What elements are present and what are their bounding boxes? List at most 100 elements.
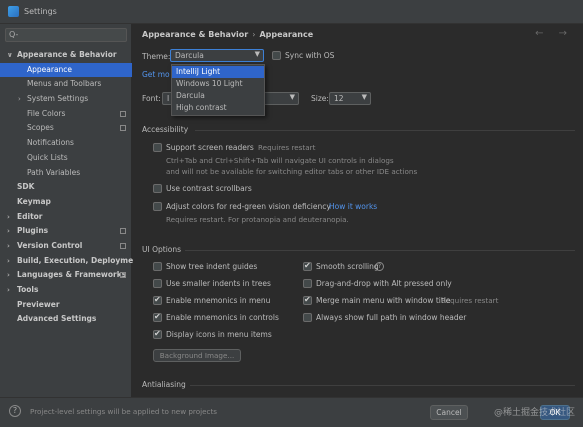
chevron-right-icon[interactable]: › (18, 92, 21, 107)
chevron-right-icon[interactable]: › (7, 239, 10, 254)
sidebar-item[interactable]: › Version Control (0, 239, 132, 254)
size-label: Size: (311, 94, 329, 103)
ui-option-checkbox[interactable] (153, 312, 162, 322)
sidebar-item[interactable]: Scopes (0, 121, 132, 136)
chevron-right-icon[interactable]: › (7, 254, 10, 269)
theme-option-darcula[interactable]: Darcula (172, 90, 264, 102)
footer-note: Project-level settings will be applied t… (30, 407, 218, 416)
project-scope-icon (120, 272, 126, 279)
font-size-value: 12 (334, 94, 344, 103)
contrast-scrollbars-checkbox[interactable] (153, 184, 162, 193)
sync-with-os-label: Sync with OS (285, 51, 335, 60)
help-icon[interactable]: ? (9, 405, 21, 417)
sidebar-item-label: Quick Lists (27, 152, 68, 162)
title-bar: Settings (0, 0, 583, 24)
sidebar-item[interactable]: SDK (0, 180, 132, 195)
chevron-right-icon[interactable]: › (7, 210, 10, 225)
chevron-down-icon[interactable]: ∨ (7, 48, 13, 63)
sidebar-item[interactable]: Notifications (0, 136, 132, 151)
sidebar-item[interactable]: ∨ Appearance & Behavior (0, 48, 132, 63)
get-more-themes-link[interactable]: Get mo (142, 70, 170, 79)
sidebar-item[interactable]: Appearance (0, 62, 132, 78)
navigation-arrows[interactable]: ← → (535, 28, 573, 39)
search-icon: Q- (9, 30, 19, 39)
chevron-right-icon[interactable]: › (7, 268, 10, 283)
theme-label: Theme: (142, 52, 171, 61)
screen-readers-label: Support screen readers (166, 143, 254, 152)
sidebar-item[interactable]: Previewer (0, 298, 132, 313)
breadcrumb: Appearance & Behavior › Appearance (142, 30, 313, 39)
ui-option-checkbox[interactable] (303, 279, 312, 288)
sidebar-item-label: Appearance (27, 64, 73, 74)
ui-option-label: Drag-and-drop with Alt pressed only (316, 279, 452, 288)
sidebar-item[interactable]: Keymap (0, 195, 132, 210)
ui-option-checkbox[interactable] (303, 261, 312, 271)
settings-search-input[interactable]: Q- (5, 28, 127, 42)
sidebar-item[interactable]: › Tools (0, 283, 132, 298)
theme-options-popup: IntelliJ Light Windows 10 Light Darcula … (171, 64, 265, 116)
ui-option-checkbox[interactable] (153, 329, 162, 339)
ui-option-checkbox[interactable] (303, 313, 312, 322)
breadcrumb-current: Appearance (259, 30, 314, 39)
watermark: @稀土掘金技术社区 (493, 408, 575, 418)
section-divider (190, 385, 575, 386)
sidebar-item-label: Editor (17, 211, 43, 221)
ui-option-checkbox[interactable] (303, 295, 312, 305)
ui-option-label: Use smaller indents in trees (166, 279, 271, 288)
font-label: Font: (142, 94, 161, 103)
sidebar-item-label: Menus and Toolbars (27, 79, 102, 89)
breadcrumb-separator: › (252, 30, 256, 39)
sidebar-item[interactable]: Advanced Settings (0, 312, 132, 327)
ui-option-checkbox[interactable] (153, 295, 162, 305)
ui-option-label: Enable mnemonics in controls (166, 313, 279, 322)
theme-dropdown[interactable]: Darcula ▼ (170, 49, 264, 62)
sidebar-item[interactable]: › Editor (0, 210, 132, 225)
sidebar-item-label: Scopes (27, 123, 54, 133)
ui-option-label: Display icons in menu items (166, 330, 272, 339)
sidebar-item-label: Build, Execution, Deployment (17, 255, 143, 265)
sidebar-item[interactable]: › System Settings (0, 92, 132, 107)
chevron-right-icon[interactable]: › (7, 224, 10, 239)
sidebar-item-label: Keymap (17, 196, 51, 206)
how-it-works-link[interactable]: How it works (329, 202, 377, 211)
theme-option-windows-10-light[interactable]: Windows 10 Light (172, 78, 264, 90)
sidebar-item-label: Appearance & Behavior (17, 50, 117, 59)
ui-option-checkbox[interactable] (153, 262, 162, 271)
contrast-scrollbars-label: Use contrast scrollbars (166, 184, 252, 193)
screen-readers-checkbox[interactable] (153, 143, 162, 152)
sidebar-item[interactable]: Quick Lists (0, 151, 132, 166)
screen-readers-description-2: and will not be available for switching … (166, 167, 418, 176)
breadcrumb-parent[interactable]: Appearance & Behavior (142, 30, 248, 39)
theme-option-high-contrast[interactable]: High contrast (172, 102, 264, 114)
sidebar-item[interactable]: › Plugins (0, 224, 132, 239)
sidebar-item[interactable]: › Build, Execution, Deployment (0, 254, 142, 269)
ui-option-label: Show tree indent guides (166, 262, 258, 271)
cancel-button[interactable]: Cancel (430, 405, 468, 420)
red-green-label: Adjust colors for red-green vision defic… (166, 202, 331, 211)
ui-option-label: Enable mnemonics in menu (166, 296, 271, 305)
ui-option-checkbox[interactable] (153, 279, 162, 288)
window-title: Settings (24, 7, 57, 16)
chevron-right-icon[interactable]: › (7, 283, 10, 298)
red-green-checkbox[interactable] (153, 202, 162, 211)
sidebar-item-label: Advanced Settings (17, 314, 97, 324)
ui-option-label: Always show full path in window header (316, 313, 467, 322)
sidebar-item[interactable]: Menus and Toolbars (0, 77, 132, 92)
font-value: I (167, 94, 170, 103)
sidebar-item[interactable]: Path Variables (0, 166, 132, 181)
theme-option-intellij-light[interactable]: IntelliJ Light (172, 66, 264, 78)
sidebar-item-label: SDK (17, 182, 35, 192)
ui-option-label: Smooth scrolling (316, 262, 379, 271)
sidebar-item[interactable]: › Languages & Frameworks (0, 268, 132, 283)
sync-with-os-checkbox[interactable] (272, 51, 281, 60)
chevron-down-icon: ▼ (361, 93, 367, 101)
settings-tree: ∨ Appearance & Behavior Appearance Menus an… (0, 48, 142, 327)
section-divider (195, 130, 575, 131)
background-image-button[interactable]: Background Image... (153, 349, 241, 362)
chevron-down-icon: ▼ (289, 93, 295, 101)
font-size-dropdown[interactable]: 12 ▼ (329, 92, 371, 105)
sidebar-item[interactable]: File Colors (0, 107, 132, 122)
ui-option-label: Merge main menu with window title (316, 296, 451, 305)
section-divider (185, 250, 575, 251)
screen-readers-description-1: Ctrl+Tab and Ctrl+Shift+Tab will navigat… (166, 156, 394, 165)
